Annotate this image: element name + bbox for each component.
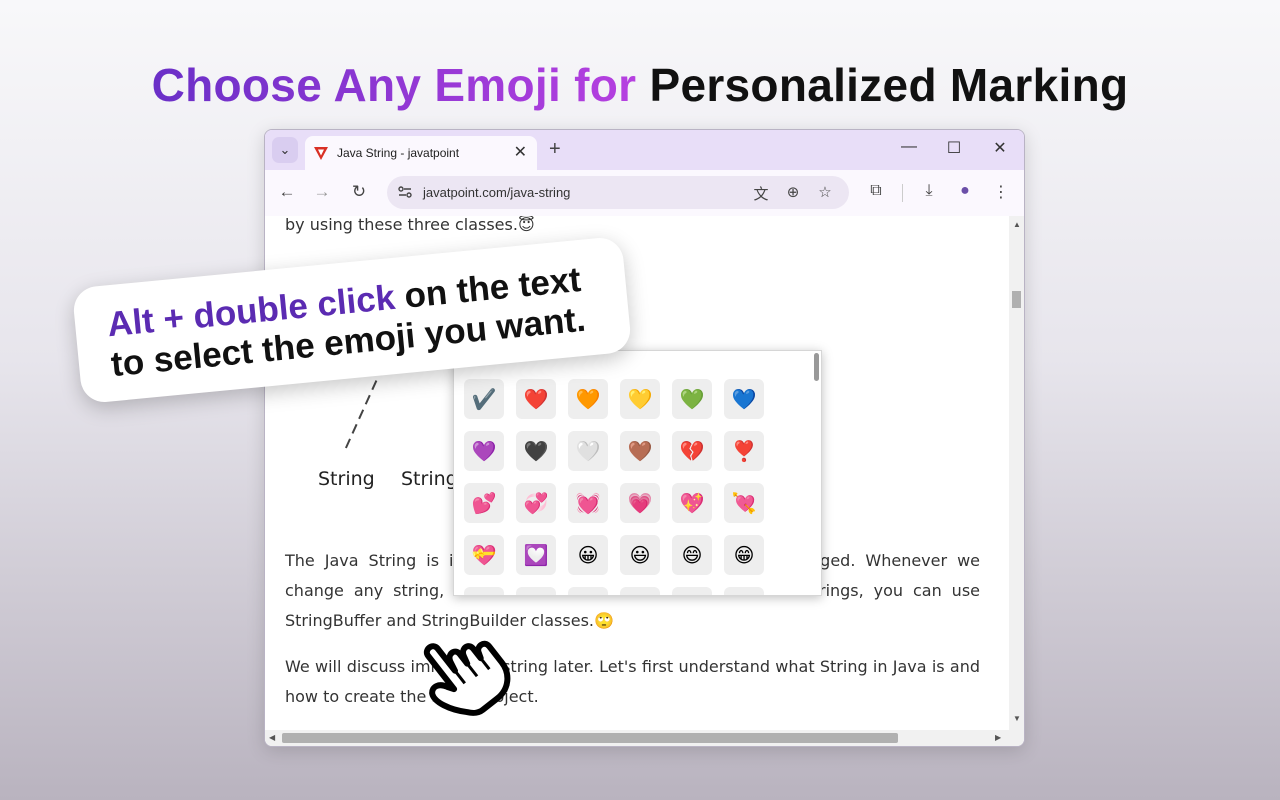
site-info-icon[interactable] — [397, 184, 413, 200]
emoji-option[interactable]: 😂 — [620, 587, 660, 595]
paragraph-discuss: We will discuss immutable string later. … — [285, 657, 980, 706]
hand-pointer-icon — [423, 640, 511, 716]
emoji-option[interactable]: 🖤 — [516, 431, 556, 471]
emoji-option[interactable]: 😆 — [464, 587, 504, 595]
menu-icon[interactable]: ⋮ — [990, 182, 1012, 202]
download-icon[interactable]: ⤓ — [918, 182, 940, 200]
address-bar[interactable]: javatpoint.com/java-string 文 ⊕ ☆ — [387, 176, 849, 209]
bookmark-star-icon[interactable]: ☆ — [815, 183, 835, 201]
vertical-scroll-thumb[interactable] — [1012, 291, 1021, 308]
scroll-down-arrow[interactable]: ▼ — [1013, 714, 1021, 723]
emoji-option[interactable]: 😄 — [672, 535, 712, 575]
emoji-option[interactable]: 💙 — [724, 379, 764, 419]
emoji-option[interactable]: 💜 — [464, 431, 504, 471]
paragraph-classes: by using these three classes.😇 — [285, 216, 535, 234]
emoji-option[interactable]: 💛 — [620, 379, 660, 419]
zoom-icon[interactable]: ⊕ — [783, 183, 803, 201]
horizontal-scrollbar[interactable]: ◀ ▶ — [265, 730, 1024, 746]
emoji-option[interactable]: 🧡 — [568, 379, 608, 419]
emoji-option[interactable]: 💝 — [464, 535, 504, 575]
emoji-option[interactable]: ❤️ — [516, 379, 556, 419]
emoji-option[interactable]: ❣️ — [724, 431, 764, 471]
tab-title: Java String - javatpoint — [337, 146, 460, 160]
emoji-option[interactable]: 😅 — [516, 587, 556, 595]
forward-button[interactable]: → — [311, 182, 333, 202]
emoji-option[interactable]: 🙃 — [724, 587, 764, 595]
maximize-button[interactable]: ☐ — [942, 138, 966, 158]
scroll-up-arrow[interactable]: ▲ — [1013, 220, 1021, 229]
emoji-option[interactable]: 💓 — [568, 483, 608, 523]
browser-toolbar: ← → ↻ javatpoint.com/java-string 文 ⊕ ☆ ⧉… — [265, 170, 1024, 216]
tab-search-button[interactable]: ⌄ — [272, 137, 298, 163]
emoji-option[interactable]: 🙂 — [672, 587, 712, 595]
minimize-button[interactable]: — — [897, 138, 921, 156]
scroll-right-arrow[interactable]: ▶ — [995, 733, 1001, 742]
extensions-icon[interactable]: ⧉ — [865, 182, 887, 200]
profile-icon[interactable]: ● — [954, 182, 976, 200]
emoji-option[interactable]: 🤍 — [568, 431, 608, 471]
diagram-connector — [344, 366, 384, 451]
url-text: javatpoint.com/java-string — [423, 185, 571, 200]
emoji-option[interactable]: 💞 — [516, 483, 556, 523]
emoji-picker: ✔️ ❤️ 🧡 💛 💚 💙 💜 🖤 🤍 🤎 💔 ❣️ 💕 💞 💓 💗 💖 💘 💝 💟 😀 😃 😄 😁 😆 😅 🤣 😂 🙂 🙃 — [453, 350, 822, 596]
emoji-option[interactable]: 😁 — [724, 535, 764, 575]
back-button[interactable]: ← — [276, 182, 298, 202]
emoji-option[interactable]: 💚 — [672, 379, 712, 419]
emoji-option[interactable]: 🤣 — [568, 587, 608, 595]
emoji-option[interactable]: ✔️ — [464, 379, 504, 419]
picker-scrollbar[interactable] — [814, 353, 819, 381]
tab-close-icon[interactable]: ✕ — [514, 142, 527, 162]
emoji-option[interactable]: 🤎 — [620, 431, 660, 471]
headline-rest: Personalized Marking — [649, 59, 1129, 111]
toolbar-divider — [902, 184, 903, 202]
emoji-option[interactable]: 😃 — [620, 535, 660, 575]
emoji-option[interactable]: 💗 — [620, 483, 660, 523]
emoji-option[interactable]: 💖 — [672, 483, 712, 523]
close-window-button[interactable]: ✕ — [988, 138, 1012, 158]
emoji-option[interactable]: 💔 — [672, 431, 712, 471]
horizontal-scroll-thumb[interactable] — [282, 733, 898, 743]
emoji-option[interactable]: 💟 — [516, 535, 556, 575]
vertical-scrollbar[interactable]: ▲ ▼ — [1009, 216, 1024, 730]
headline-accent: Choose Any Emoji for — [151, 59, 637, 111]
new-tab-button[interactable]: + — [549, 138, 561, 161]
emoji-option[interactable]: 💘 — [724, 483, 764, 523]
reload-button[interactable]: ↻ — [348, 182, 370, 202]
emoji-option[interactable]: 😀 — [568, 535, 608, 575]
diagram-label-string-1: String — [318, 468, 375, 490]
emoji-option[interactable]: 💕 — [464, 483, 504, 523]
tab-java-string[interactable]: Java String - javatpoint ✕ — [305, 136, 537, 170]
scroll-left-arrow[interactable]: ◀ — [269, 733, 275, 742]
javatpoint-favicon-icon — [314, 147, 328, 160]
headline: Choose Any Emoji for Personalized Markin… — [0, 58, 1280, 112]
diagram-label-string-2: String — [401, 468, 458, 490]
tab-strip: ⌄ Java String - javatpoint ✕ + — ☐ ✕ — [265, 130, 1024, 170]
translate-icon[interactable]: 文 — [751, 183, 771, 204]
